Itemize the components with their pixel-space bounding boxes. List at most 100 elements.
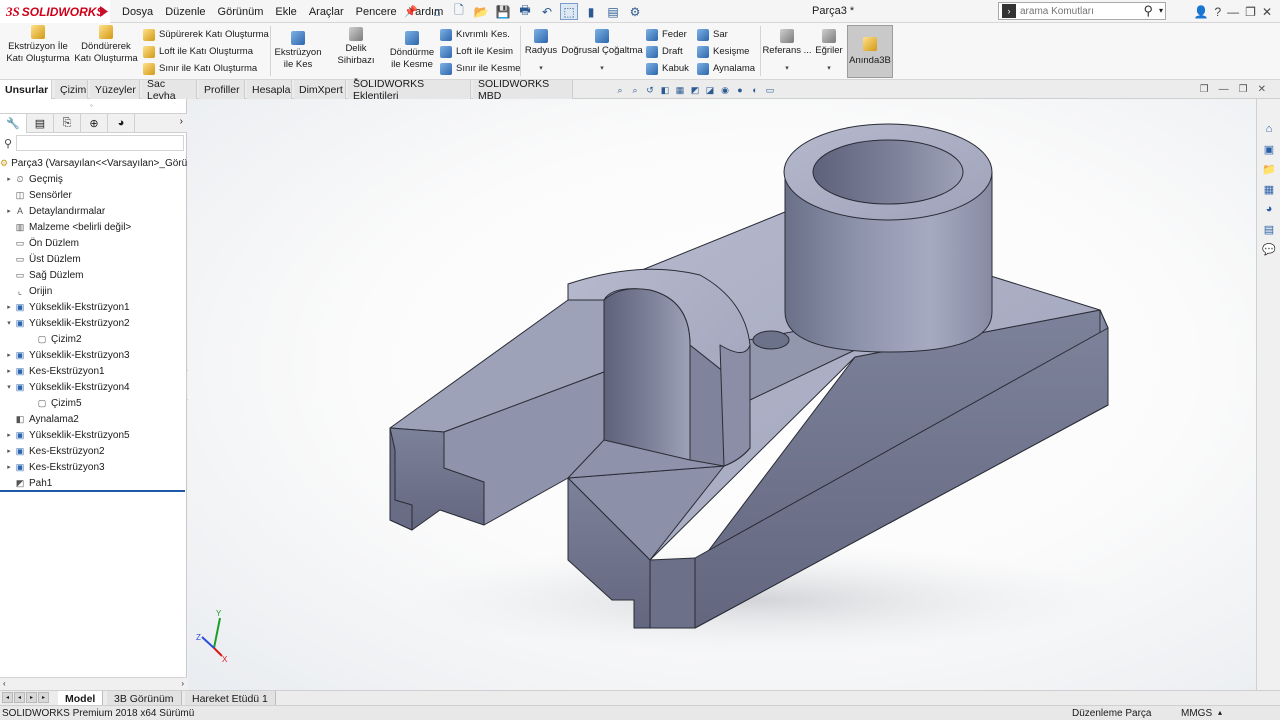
boundary-cut-button[interactable]: Sınır ile Kesme xyxy=(440,60,520,77)
section-view-icon[interactable]: ◧ xyxy=(659,84,671,96)
next-tab-icon[interactable]: ▸ xyxy=(26,692,37,703)
solidworks-logo[interactable]: 3S SOLIDWORKS xyxy=(0,0,110,23)
help-icon[interactable]: ? xyxy=(1214,5,1221,19)
intersect-button[interactable]: Kesişme xyxy=(697,43,749,60)
tree-node[interactable]: ▸ ▣ Kes-Ekstrüzyon3 xyxy=(0,459,187,475)
extrude-cut-button[interactable]: Ekstrüzyon ile Kes xyxy=(272,31,324,71)
tab-motion-study[interactable]: Hareket Etüdü 1 xyxy=(185,691,276,706)
apply-scene-icon[interactable]: ◐ xyxy=(749,84,761,96)
tree-node[interactable]: ▢ Çizim5 xyxy=(0,395,187,411)
feature-tree-tab-icon[interactable]: 🔧 xyxy=(0,113,27,133)
reference-geometry-button[interactable]: Referans ... ▾ xyxy=(762,29,812,75)
panel-grip-icon[interactable]: ◦ xyxy=(90,101,93,110)
horizontal-scrollbar[interactable]: ‹ › xyxy=(0,677,187,690)
user-icon[interactable]: 👤 xyxy=(1194,5,1209,19)
close-icon[interactable]: ✕ xyxy=(1262,5,1272,19)
expand-arrow-icon[interactable]: ▸ xyxy=(4,463,14,471)
unit-system[interactable]: MMGS xyxy=(1181,708,1212,719)
menu-file[interactable]: Dosya xyxy=(122,6,153,18)
dynamic-annotation-icon[interactable]: ▦ xyxy=(674,84,686,96)
expand-arrow-icon[interactable]: ▸ xyxy=(4,447,14,455)
minimize-icon[interactable]: — xyxy=(1227,5,1239,19)
chevron-down-icon[interactable]: ▾ xyxy=(785,63,789,75)
rib-button[interactable]: Feder xyxy=(646,26,687,43)
linear-pattern-button[interactable]: Doğrusal Çoğaltma ▾ xyxy=(561,29,643,75)
previous-view-icon[interactable]: ↺ xyxy=(644,84,656,96)
file-properties-icon[interactable]: ▤ xyxy=(604,3,622,20)
model-viewport[interactable]: Y Z X xyxy=(188,99,1256,690)
expand-arrow-icon[interactable]: ▸ xyxy=(4,175,14,183)
tree-node[interactable]: ▾ ▣ Yükseklik-Ekstrüzyon2 xyxy=(0,315,187,331)
expand-arrow-icon[interactable]: ▸ xyxy=(4,351,14,359)
chevron-down-icon[interactable]: ▾ xyxy=(1159,6,1163,15)
display-style-icon[interactable]: ◪ xyxy=(704,84,716,96)
tree-node[interactable]: ▸ ▣ Yükseklik-Ekstrüzyon3 xyxy=(0,347,187,363)
scroll-right-icon[interactable]: › xyxy=(181,679,184,688)
tree-node[interactable]: ▸ ▣ Kes-Ekstrüzyon1 xyxy=(0,363,187,379)
chevron-right-icon[interactable]: › xyxy=(180,116,183,127)
search-input[interactable] xyxy=(1020,5,1130,17)
pin-icon[interactable]: 📌 xyxy=(404,5,418,18)
boundary-boss-button[interactable]: Sınır ile Katı Oluşturma xyxy=(143,60,257,77)
view-palette-icon[interactable]: ▦ xyxy=(1261,181,1277,197)
file-explorer-icon[interactable]: 📁 xyxy=(1261,161,1277,177)
tree-node[interactable]: ▢ Çizim2 xyxy=(0,331,187,347)
expand-arrow-icon[interactable]: ▸ xyxy=(4,367,14,375)
tree-node[interactable]: ▥ Malzeme <belirli değil> xyxy=(0,219,187,235)
tab-evaluate[interactable]: Hesapla xyxy=(247,80,292,99)
home-icon[interactable]: ⌂ xyxy=(428,3,446,20)
tab-model[interactable]: Model xyxy=(58,691,104,706)
tree-filter-input[interactable] xyxy=(16,135,184,151)
view-orientation-icon[interactable]: ◩ xyxy=(689,84,701,96)
menu-tools[interactable]: Araçlar xyxy=(309,6,344,18)
viewport-minimize-icon[interactable]: — xyxy=(1219,84,1229,95)
tree-node[interactable]: ▭ Üst Düzlem xyxy=(0,251,187,267)
revolve-boss-button[interactable]: Döndürerek Katı Oluşturma xyxy=(74,25,138,65)
zoom-to-fit-icon[interactable]: ⌕ xyxy=(614,84,626,96)
tab-dimxpert[interactable]: DimXpert xyxy=(294,80,346,99)
tree-node[interactable]: ▸ ▣ Yükseklik-Ekstrüzyon1 xyxy=(0,299,187,315)
rollback-bar[interactable] xyxy=(0,490,185,492)
command-search[interactable]: › ⚲ ▾ xyxy=(998,2,1166,20)
tree-node[interactable]: ◧ Aynalama2 xyxy=(0,411,187,427)
tree-node[interactable]: ▭ Sağ Düzlem xyxy=(0,267,187,283)
filter-icon[interactable]: ⚲ xyxy=(4,137,12,150)
lofted-cut-button[interactable]: Loft ile Kesim xyxy=(440,43,513,60)
tree-node[interactable]: ▸ ⏲ Geçmiş xyxy=(0,171,187,187)
tree-node[interactable]: ◩ Pah1 xyxy=(0,475,187,491)
tab-surfaces[interactable]: Yüzeyler xyxy=(90,80,140,99)
open-icon[interactable]: 📂 xyxy=(472,3,490,20)
revolve-cut-button[interactable]: Döndürme ile Kesme xyxy=(388,31,436,71)
select-icon[interactable]: ⬚ xyxy=(560,3,578,20)
tab-sheet-metal[interactable]: Sac Levha xyxy=(142,78,197,102)
expand-arrow-icon[interactable]: ▸ xyxy=(4,303,14,311)
menu-window[interactable]: Pencere xyxy=(356,6,397,18)
graphics-area[interactable]: Y Z X xyxy=(188,99,1256,690)
viewport-close-icon[interactable]: ✕ xyxy=(1258,84,1266,95)
last-tab-icon[interactable]: ▸ xyxy=(38,692,49,703)
print-icon[interactable]: 🖶 xyxy=(516,3,534,20)
zoom-to-area-icon[interactable]: ⌕ xyxy=(629,84,641,96)
tab-solidworks-mbd[interactable]: SOLIDWORKS MBD xyxy=(473,78,573,102)
draft-button[interactable]: Draft xyxy=(646,43,683,60)
custom-properties-icon[interactable]: ▤ xyxy=(1261,221,1277,237)
extrude-boss-button[interactable]: Ekstrüzyon İle Katı Oluşturma xyxy=(6,25,70,65)
save-icon[interactable]: 💾 xyxy=(494,3,512,20)
tab-weldments[interactable]: Profiller xyxy=(199,80,245,99)
dimxpert-manager-tab-icon[interactable]: ⊕ xyxy=(81,113,108,133)
instant3d-button[interactable]: Anında3B xyxy=(847,25,893,78)
wrap-button[interactable]: Sar xyxy=(697,26,728,43)
hide-show-icon[interactable]: ◉ xyxy=(719,84,731,96)
rebuild-icon[interactable]: ▮ xyxy=(582,3,600,20)
forum-icon[interactable]: 💬 xyxy=(1261,241,1277,257)
expand-arrow-icon[interactable]: ▸ xyxy=(4,431,14,439)
fillet-button[interactable]: Radyus ▾ xyxy=(523,29,559,75)
part-model[interactable] xyxy=(389,123,1109,629)
tree-node[interactable]: ▸ ▣ Kes-Ekstrüzyon2 xyxy=(0,443,187,459)
shell-button[interactable]: Kabuk xyxy=(646,60,689,77)
prev-tab-icon[interactable]: ◂ xyxy=(14,692,25,703)
solidworks-resources-icon[interactable]: ⌂ xyxy=(1261,121,1277,137)
restore-icon[interactable]: ❐ xyxy=(1245,5,1256,19)
menu-insert[interactable]: Ekle xyxy=(275,6,296,18)
chevron-down-icon[interactable]: ▾ xyxy=(539,63,543,75)
